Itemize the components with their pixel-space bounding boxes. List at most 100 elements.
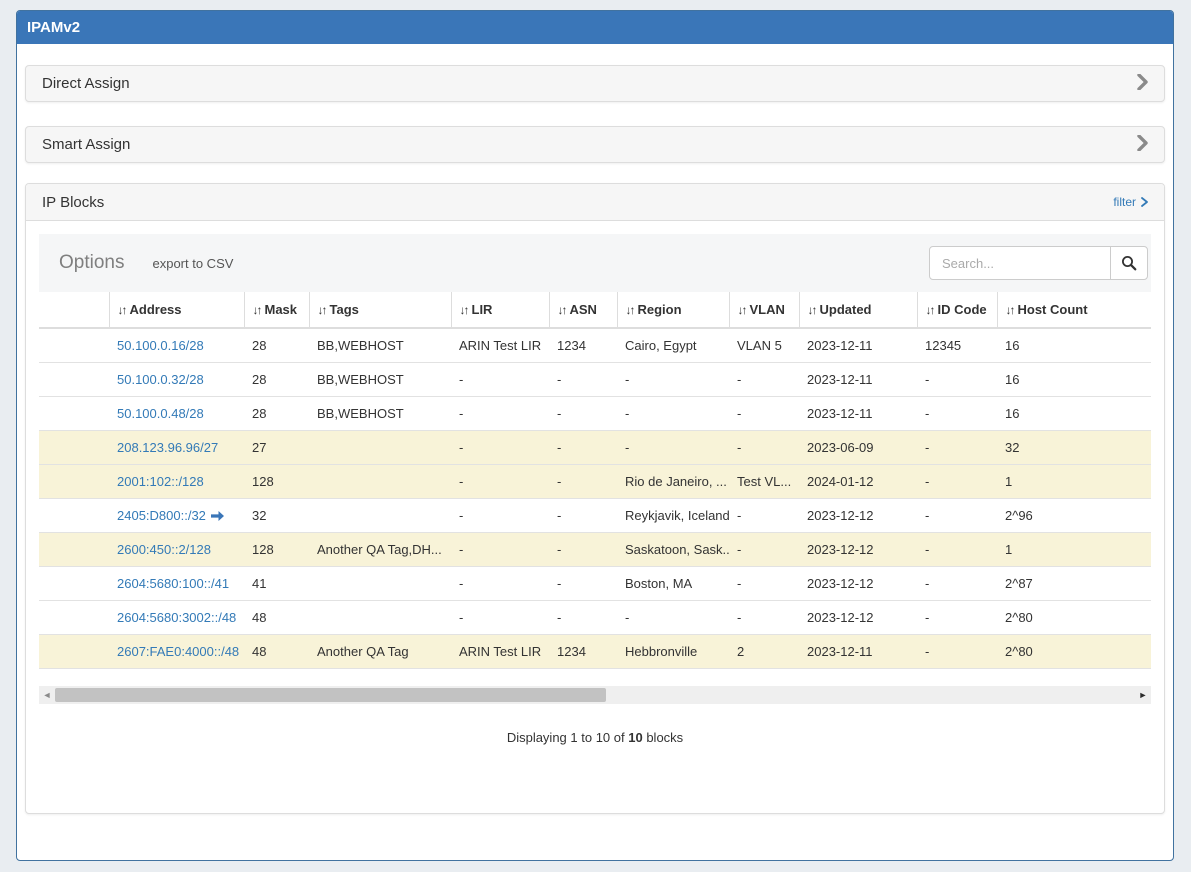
options-label: Options xyxy=(59,252,124,274)
cell-updated: 2023-12-12 xyxy=(799,498,917,532)
scrollbar-thumb[interactable] xyxy=(55,688,606,702)
pagination-suffix: blocks xyxy=(646,730,683,745)
column-header-asn[interactable]: ↓↑ASN xyxy=(549,292,617,328)
column-header-lir[interactable]: ↓↑LIR xyxy=(451,292,549,328)
horizontal-scrollbar[interactable]: ◄ ► xyxy=(39,686,1151,704)
panel-direct-assign[interactable]: Direct Assign xyxy=(25,65,1165,102)
column-header-id_code[interactable]: ↓↑ID Code xyxy=(917,292,997,328)
cell-blank xyxy=(39,464,109,498)
column-header-region[interactable]: ↓↑Region xyxy=(617,292,729,328)
ip-blocks-title: IP Blocks xyxy=(42,194,104,211)
cell-asn: - xyxy=(549,566,617,600)
cell-vlan: - xyxy=(729,430,799,464)
scroll-left-icon[interactable]: ◄ xyxy=(39,686,55,704)
cell-asn: - xyxy=(549,600,617,634)
table-header-row: ↓↑Address↓↑Mask↓↑Tags↓↑LIR↓↑ASN↓↑Region↓… xyxy=(39,292,1151,328)
column-header-vlan[interactable]: ↓↑VLAN xyxy=(729,292,799,328)
cell-tags: BB,WEBHOST xyxy=(309,362,451,396)
cell-mask: 27 xyxy=(244,430,309,464)
cell-host_count: 2^80 xyxy=(997,600,1151,634)
pagination-status: Displaying 1 to 10 of 10 blocks xyxy=(39,730,1151,745)
column-header-tags[interactable]: ↓↑Tags xyxy=(309,292,451,328)
cell-address: 2604:5680:3002::/48 xyxy=(109,600,244,634)
cell-address: 2001:102::/128 xyxy=(109,464,244,498)
address-link[interactable]: 50.100.0.16/28 xyxy=(117,338,204,353)
cell-updated: 2024-01-12 xyxy=(799,464,917,498)
address-link[interactable]: 2001:102::/128 xyxy=(117,474,204,489)
cell-host_count: 16 xyxy=(997,396,1151,430)
cell-updated: 2023-06-09 xyxy=(799,430,917,464)
cell-asn: 1234 xyxy=(549,634,617,668)
column-header-mask[interactable]: ↓↑Mask xyxy=(244,292,309,328)
cell-region: Boston, MA xyxy=(617,566,729,600)
cell-blank xyxy=(39,566,109,600)
sort-icon: ↓↑ xyxy=(1006,303,1014,317)
address-link[interactable]: 208.123.96.96/27 xyxy=(117,440,218,455)
cell-mask: 28 xyxy=(244,362,309,396)
panel-smart-assign[interactable]: Smart Assign xyxy=(25,126,1165,163)
cell-vlan: - xyxy=(729,600,799,634)
cell-asn: - xyxy=(549,396,617,430)
chevron-right-icon xyxy=(1137,135,1148,155)
cell-address: 2604:5680:100::/41 xyxy=(109,566,244,600)
scrollbar-track[interactable] xyxy=(55,686,1135,704)
cell-mask: 41 xyxy=(244,566,309,600)
search-input[interactable] xyxy=(929,246,1111,280)
cell-id_code: - xyxy=(917,600,997,634)
cell-vlan: 2 xyxy=(729,634,799,668)
address-link[interactable]: 2604:5680:100::/41 xyxy=(117,576,229,591)
export-csv-link[interactable]: export to CSV xyxy=(152,256,233,271)
cell-lir: - xyxy=(451,498,549,532)
column-header-address[interactable]: ↓↑Address xyxy=(109,292,244,328)
ip-blocks-table: ↓↑Address↓↑Mask↓↑Tags↓↑LIR↓↑ASN↓↑Region↓… xyxy=(39,292,1151,669)
cell-tags xyxy=(309,464,451,498)
column-header-host_count[interactable]: ↓↑Host Count xyxy=(997,292,1151,328)
sort-icon: ↓↑ xyxy=(626,303,634,317)
search-group xyxy=(929,246,1148,280)
app-title: IPAMv2 xyxy=(27,19,80,36)
address-link[interactable]: 50.100.0.32/28 xyxy=(117,372,204,387)
cell-updated: 2023-12-11 xyxy=(799,328,917,362)
cell-asn: - xyxy=(549,430,617,464)
scroll-right-icon[interactable]: ► xyxy=(1135,686,1151,704)
cell-asn: - xyxy=(549,464,617,498)
sort-icon: ↓↑ xyxy=(558,303,566,317)
cell-updated: 2023-12-12 xyxy=(799,600,917,634)
cell-updated: 2023-12-11 xyxy=(799,634,917,668)
address-link[interactable]: 2405:D800::/32 xyxy=(117,508,206,523)
cell-id_code: - xyxy=(917,362,997,396)
cell-lir: - xyxy=(451,430,549,464)
search-button[interactable] xyxy=(1110,246,1148,280)
cell-blank xyxy=(39,532,109,566)
column-header-updated[interactable]: ↓↑Updated xyxy=(799,292,917,328)
cell-address: 2600:450::2/128 xyxy=(109,532,244,566)
cell-id_code: - xyxy=(917,566,997,600)
filter-link[interactable]: filter xyxy=(1113,195,1148,209)
address-link[interactable]: 50.100.0.48/28 xyxy=(117,406,204,421)
cell-vlan: - xyxy=(729,396,799,430)
table-row: 2607:FAE0:4000::/4848Another QA TagARIN … xyxy=(39,634,1151,668)
cell-updated: 2023-12-11 xyxy=(799,396,917,430)
cell-tags: BB,WEBHOST xyxy=(309,396,451,430)
cell-id_code: - xyxy=(917,634,997,668)
address-link[interactable]: 2607:FAE0:4000::/48 xyxy=(117,644,239,659)
cell-lir: - xyxy=(451,600,549,634)
cell-lir: - xyxy=(451,532,549,566)
cell-mask: 128 xyxy=(244,464,309,498)
cell-host_count: 1 xyxy=(997,532,1151,566)
app-header: IPAMv2 xyxy=(17,11,1173,44)
sort-icon: ↓↑ xyxy=(118,303,126,317)
ip-blocks-body: Options export to CSV xyxy=(26,221,1164,813)
cell-host_count: 2^80 xyxy=(997,634,1151,668)
sort-icon: ↓↑ xyxy=(926,303,934,317)
sort-icon: ↓↑ xyxy=(808,303,816,317)
direct-assign-title: Direct Assign xyxy=(42,75,130,92)
cell-address: 50.100.0.48/28 xyxy=(109,396,244,430)
address-link[interactable]: 2604:5680:3002::/48 xyxy=(117,610,236,625)
cell-host_count: 16 xyxy=(997,328,1151,362)
cell-id_code: - xyxy=(917,498,997,532)
smart-assign-title: Smart Assign xyxy=(42,136,130,153)
cell-vlan: - xyxy=(729,532,799,566)
address-link[interactable]: 2600:450::2/128 xyxy=(117,542,211,557)
cell-host_count: 2^96 xyxy=(997,498,1151,532)
